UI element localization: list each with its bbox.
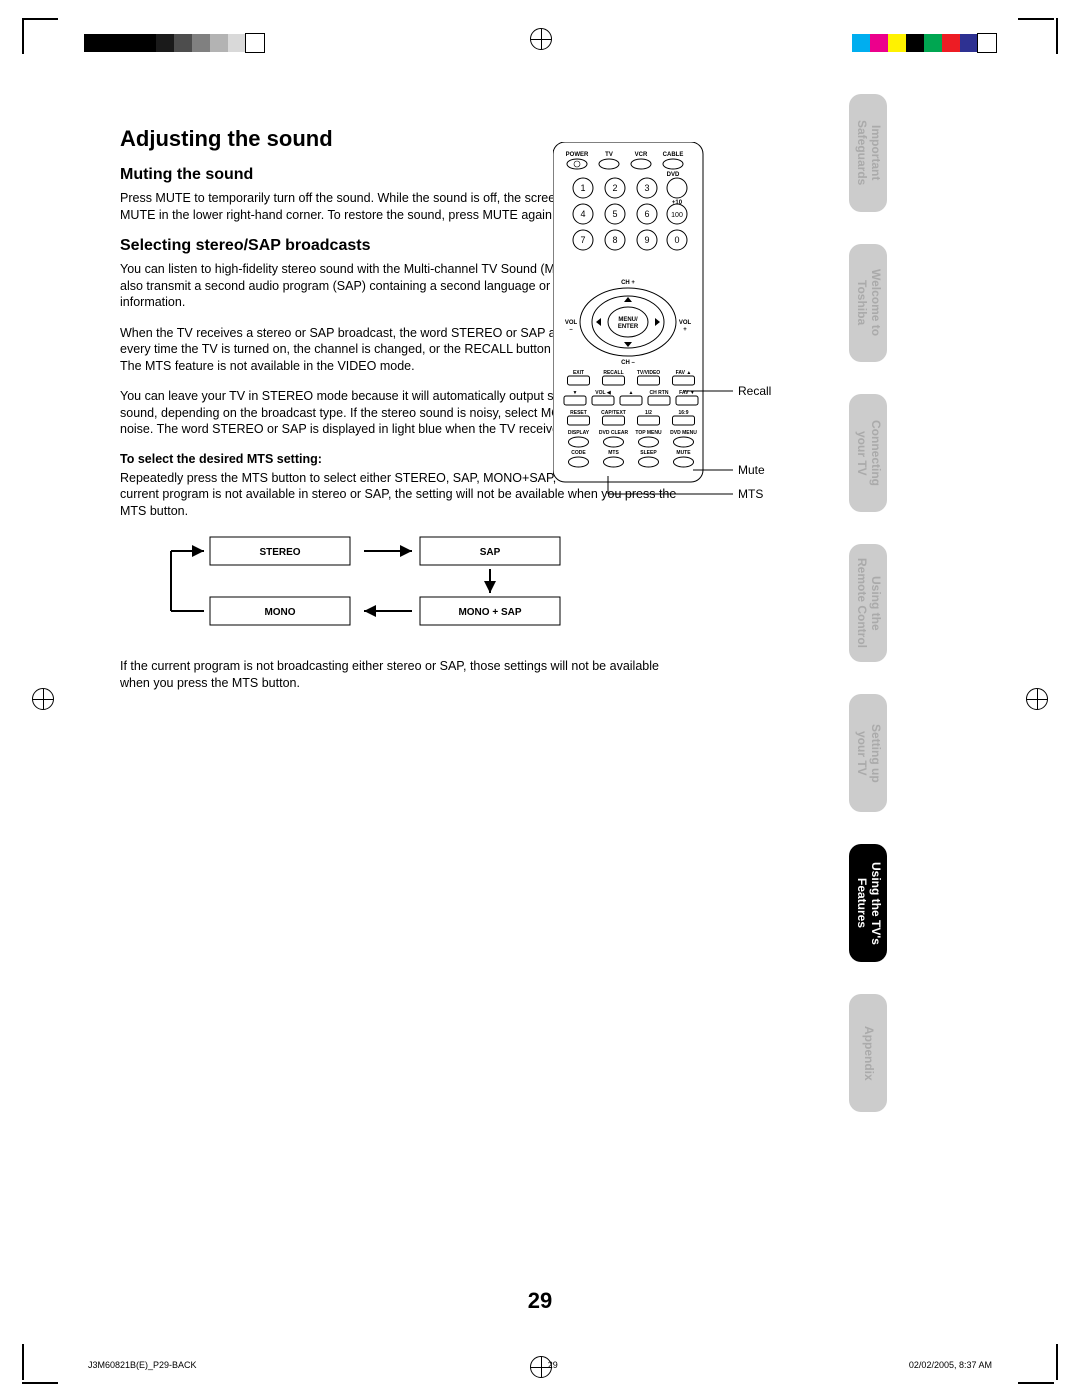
svg-text:1/2: 1/2 [645,410,652,416]
svg-text:MENU/ENTER: MENU/ENTER [618,317,639,330]
callout-recall: Recall [738,384,771,398]
svg-text:6: 6 [644,209,649,219]
registration-mark-icon [1026,688,1048,710]
registration-mark-icon [32,688,54,710]
svg-text:▲: ▲ [629,390,634,396]
section-tab: Appendix [849,994,887,1112]
mts-box-monosap: MONO + SAP [458,607,521,618]
svg-text:▼: ▼ [573,390,578,396]
svg-text:5: 5 [612,209,617,219]
section-tab: Setting upyour TV [849,694,887,812]
mts-box-sap: SAP [480,547,501,558]
svg-text:CABLE: CABLE [663,152,684,158]
svg-text:CH +: CH + [621,280,635,286]
svg-text:RECALL: RECALL [603,370,623,376]
svg-text:VOL ◀: VOL ◀ [595,390,611,396]
svg-text:1: 1 [580,183,585,193]
svg-text:0: 0 [674,235,679,245]
registration-mark-icon [530,28,552,50]
footer-right: 02/02/2005, 8:37 AM [909,1360,992,1370]
callout-mts: MTS [738,487,763,501]
svg-text:TV/VIDEO: TV/VIDEO [637,370,660,376]
svg-text:2: 2 [612,183,617,193]
svg-text:MTS: MTS [608,450,619,456]
remote-control-illustration: POWERTVVCRCABLEDVD 123456789+101000 MENU… [553,142,793,612]
section-tab: Welcome toToshiba [849,244,887,362]
svg-text:16:9: 16:9 [678,410,688,416]
svg-text:VCR: VCR [635,152,648,158]
mts-box-stereo: STEREO [259,547,300,558]
svg-text:DVD MENU: DVD MENU [670,430,697,436]
svg-text:DVD CLEAR: DVD CLEAR [599,430,629,436]
svg-text:CAP/TEXT: CAP/TEXT [601,410,626,416]
svg-text:MUTE: MUTE [676,450,691,456]
svg-text:POWER: POWER [566,152,589,158]
section-tabs: ImportantSafeguards Welcome toToshiba Conn… [849,94,887,1144]
svg-text:CH RTN: CH RTN [650,390,669,396]
svg-text:TOP MENU: TOP MENU [635,430,662,436]
color-strip [852,34,996,52]
svg-text:DISPLAY: DISPLAY [568,430,590,436]
page-number: 29 [528,1288,552,1314]
svg-text:CH –: CH – [621,360,635,366]
svg-text:DVD: DVD [667,172,680,178]
svg-text:3: 3 [644,183,649,193]
footer: J3M60821B(E)_P29-BACK 29 02/02/2005, 8:3… [88,1360,992,1370]
svg-text:EXIT: EXIT [573,370,584,376]
greyscale-strip [84,34,264,52]
stereo-p5: If the current program is not broadcasti… [120,658,680,691]
svg-text:100: 100 [671,212,683,219]
section-tab: Connectingyour TV [849,394,887,512]
svg-text:8: 8 [612,235,617,245]
svg-text:RESET: RESET [570,410,587,416]
svg-text:4: 4 [580,209,585,219]
svg-text:9: 9 [644,235,649,245]
section-tab: Using the TV'sFeatures [849,844,887,962]
svg-text:CODE: CODE [571,450,586,456]
svg-text:TV: TV [605,152,613,158]
callout-mute: Mute [738,463,765,477]
svg-text:FAV ▲: FAV ▲ [676,370,692,376]
svg-text:SLEEP: SLEEP [640,450,657,456]
footer-mid: 29 [548,1360,558,1370]
section-tab: Using theRemote Control [849,544,887,662]
svg-text:7: 7 [580,235,585,245]
footer-left: J3M60821B(E)_P29-BACK [88,1360,197,1370]
section-tab: ImportantSafeguards [849,94,887,212]
mts-box-mono: MONO [264,607,295,618]
